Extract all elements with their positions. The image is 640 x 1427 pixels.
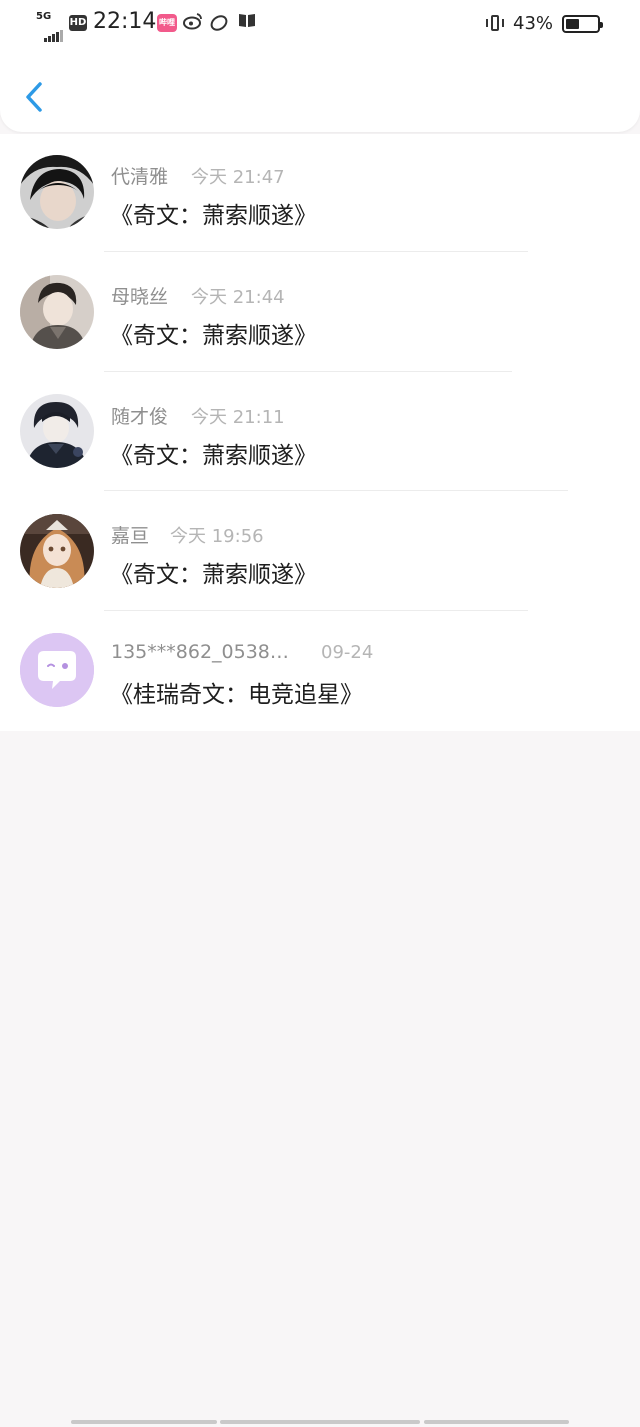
chat-bubble-avatar[interactable]: [20, 633, 94, 707]
contact-name: 母晓丝: [111, 286, 169, 308]
message-preview: 《桂瑞奇文：电竞追星》: [110, 682, 363, 708]
vibrate-icon: [485, 14, 505, 34]
chat-bubble-icon: [20, 633, 94, 707]
message-preview: 《奇文：萧索顺遂》: [110, 323, 317, 349]
message-time: 09-24: [321, 642, 374, 663]
message-time: 今天 21:44: [191, 287, 285, 308]
list-item[interactable]: 代清雅 今天 21:47 《奇文：萧索顺遂》: [0, 134, 640, 254]
book-icon: [237, 12, 257, 33]
message-preview: 《奇文：萧索顺遂》: [110, 562, 317, 588]
message-preview: 《奇文：萧索顺遂》: [110, 443, 317, 469]
avatar[interactable]: [20, 514, 94, 588]
weibo-icon: [183, 12, 203, 35]
list-item[interactable]: 母晓丝 今天 21:44 《奇文：萧索顺遂》: [0, 254, 640, 374]
contact-name: 135***862_0538…: [111, 641, 289, 663]
status-bar: 5G HD 22:14 哔哩 43%: [0, 0, 640, 50]
header: 5G HD 22:14 哔哩 43%: [0, 0, 640, 132]
bilibili-app-icon: 哔哩: [157, 14, 177, 32]
orbit-app-icon: [207, 12, 231, 34]
contact-name: 嘉亘: [111, 525, 150, 547]
gesture-bar-segment: [220, 1420, 420, 1424]
list-item[interactable]: 嘉亘 今天 19:56 《奇文：萧索顺遂》: [0, 493, 640, 613]
screen: 5G HD 22:14 哔哩 43% 代清雅 今天 21:47 《奇文：萧索顺遂…: [0, 0, 640, 1427]
list-item[interactable]: 随才俊 今天 21:11 《奇文：萧索顺遂》: [0, 374, 640, 494]
chevron-left-icon: [26, 82, 42, 112]
battery-percent: 43%: [513, 13, 554, 34]
status-time: 22:14: [93, 9, 157, 34]
message-time: 今天 19:56: [170, 526, 264, 547]
contact-name: 随才俊: [111, 406, 169, 428]
message-preview: 《奇文：萧索顺遂》: [110, 203, 317, 229]
gesture-bar-segment: [71, 1420, 217, 1424]
network-type: 5G: [36, 11, 52, 22]
back-button[interactable]: [20, 78, 50, 116]
message-time: 今天 21:47: [191, 167, 285, 188]
gesture-bar-segment: [424, 1420, 569, 1424]
divider: [104, 251, 528, 252]
divider: [104, 610, 528, 611]
hd-badge: HD: [69, 15, 87, 31]
battery-icon: [562, 15, 603, 33]
signal-icon: 5G: [36, 11, 66, 42]
avatar[interactable]: [20, 394, 94, 468]
conversation-list: 代清雅 今天 21:47 《奇文：萧索顺遂》 母晓丝 今天 21:44 《奇文：…: [0, 134, 640, 731]
avatar[interactable]: [20, 275, 94, 349]
divider: [104, 371, 512, 372]
avatar[interactable]: [20, 155, 94, 229]
contact-name: 代清雅: [111, 166, 169, 188]
divider: [104, 490, 568, 491]
list-item[interactable]: 135***862_0538… 09-24 《桂瑞奇文：电竞追星》: [0, 613, 640, 733]
message-time: 今天 21:11: [191, 407, 285, 428]
